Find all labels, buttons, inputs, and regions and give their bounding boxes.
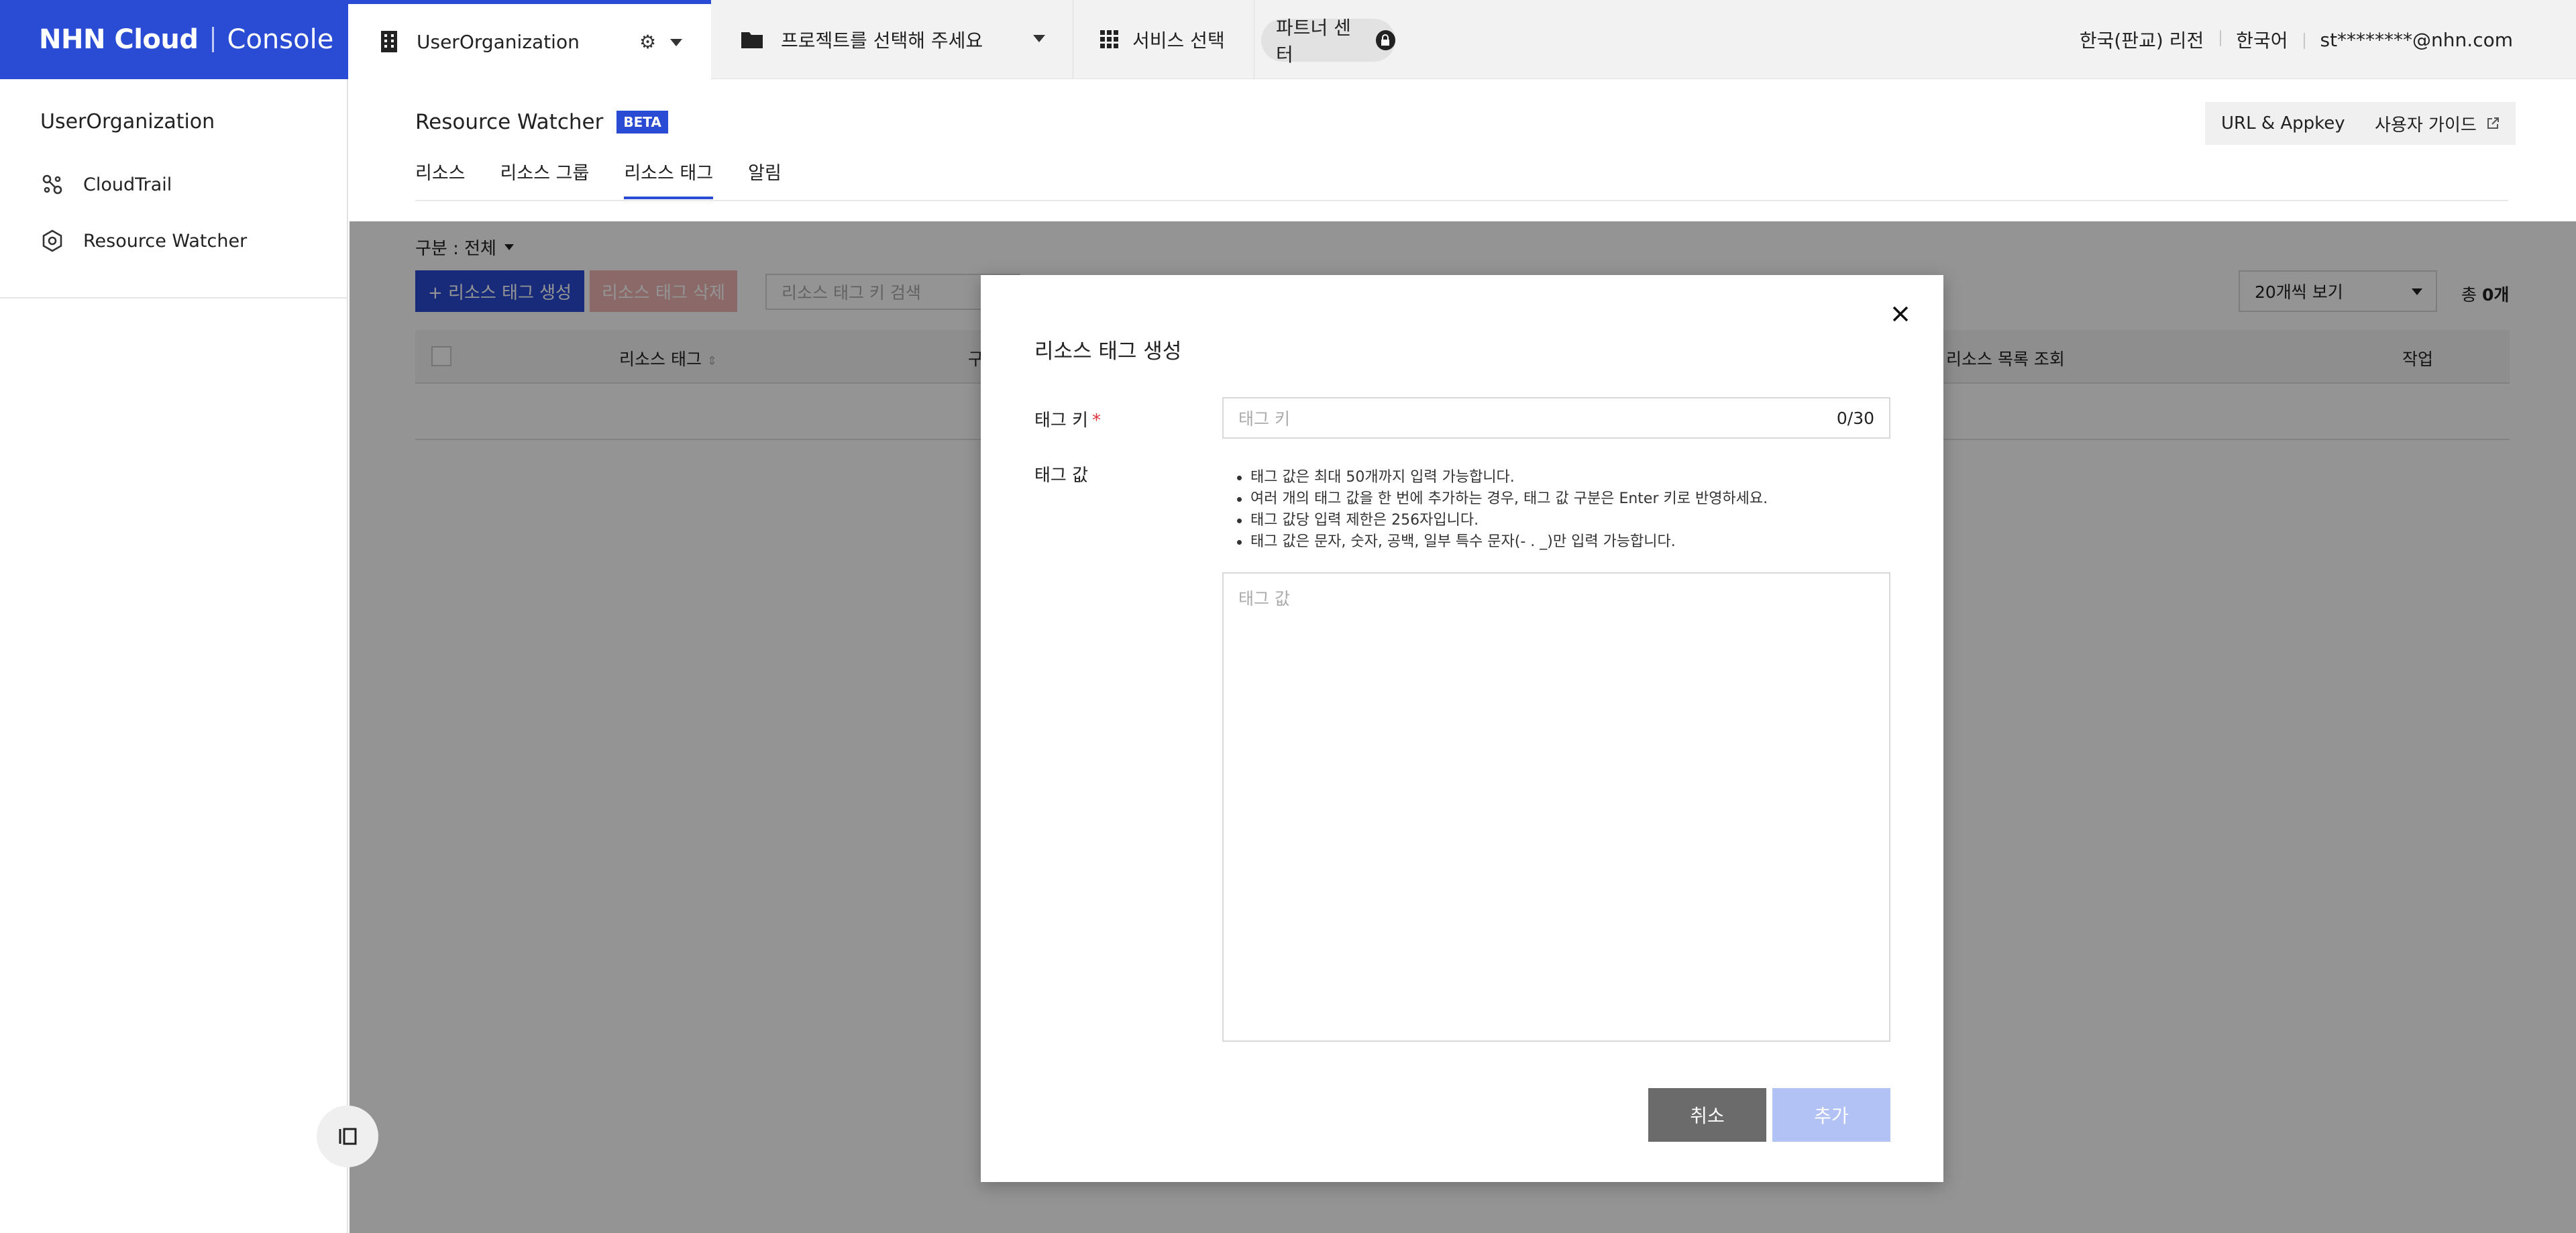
brand-logo[interactable]: NHN Cloud Console <box>0 0 348 79</box>
page-header: Resource Watcher BETA URL & Appkey 사용자 가… <box>350 79 2576 221</box>
tag-value-help-list: 태그 값은 최대 50개까지 입력 가능합니다. 여러 개의 태그 값을 한 번… <box>1236 467 1893 553</box>
cloudtrail-icon <box>40 172 64 197</box>
top-right-menu: 한국(판교) 리전 한국어 st********@nhn.com <box>2063 0 2529 79</box>
cancel-button[interactable]: 취소 <box>1648 1088 1766 1142</box>
user-guide-label: 사용자 가이드 <box>2375 115 2477 136</box>
tab-bar: 리소스 리소스 그룹 리소스 태그 알림 <box>415 158 816 199</box>
partner-center-button[interactable]: 파트너 센터 <box>1261 17 1395 66</box>
sidebar-org-title: UserOrganization <box>40 110 215 133</box>
user-account[interactable]: st********@nhn.com <box>2304 29 2529 51</box>
top-bar: NHN Cloud Console UserOrganization ⚙ 프로젝… <box>0 0 2576 79</box>
chevron-down-icon[interactable] <box>670 39 682 46</box>
sidebar-item-label: CloudTrail <box>83 174 172 195</box>
sidebar-item-resource-watcher[interactable]: Resource Watcher <box>40 224 247 258</box>
tag-value-label: 태그 값 <box>1034 466 1089 486</box>
tab-resource-tags[interactable]: 리소스 태그 <box>624 158 713 199</box>
organization-selector[interactable]: UserOrganization ⚙ <box>348 0 711 79</box>
brand-console: Console <box>227 24 334 55</box>
tab-alerts[interactable]: 알림 <box>748 158 782 199</box>
help-item: 태그 값은 최대 50개까지 입력 가능합니다. <box>1236 467 1893 488</box>
help-item: 태그 값은 문자, 숫자, 공백, 일부 특수 문자(- . _)만 입력 가능… <box>1236 531 1893 553</box>
folder-icon <box>741 32 763 48</box>
region-selector[interactable]: 한국(판교) 리전 <box>2063 26 2220 53</box>
sidebar-collapse-button[interactable] <box>317 1106 378 1167</box>
partner-center-label: 파트너 센터 <box>1276 17 1351 66</box>
organization-name: UserOrganization <box>417 30 580 53</box>
tag-key-counter: 0/30 <box>1836 408 1874 428</box>
resource-watcher-icon <box>40 229 64 253</box>
project-placeholder: 프로젝트를 선택해 주세요 <box>781 30 983 52</box>
beta-badge: BETA <box>616 111 668 133</box>
project-selector[interactable]: 프로젝트를 선택해 주세요 <box>711 0 1073 79</box>
grid-icon <box>1100 30 1118 48</box>
help-item: 여러 개의 태그 값을 한 번에 추가하는 경우, 태그 값 구분은 Enter… <box>1236 488 1893 510</box>
lock-icon <box>1375 30 1395 50</box>
sidebar: UserOrganization CloudTrail Resource Wat… <box>0 79 348 1233</box>
service-select-label: 서비스 선택 <box>1132 30 1225 52</box>
brand-divider <box>211 27 214 52</box>
required-mark: * <box>1092 411 1102 431</box>
building-icon <box>381 31 397 52</box>
gear-icon[interactable]: ⚙ <box>639 31 656 53</box>
page-title-text: Resource Watcher <box>415 110 604 134</box>
tag-key-label: 태그 키 * <box>1034 407 1101 431</box>
help-item: 태그 값당 입력 제한은 256자입니다. <box>1236 510 1893 531</box>
tag-key-input[interactable]: 태그 키 0/30 <box>1222 397 1890 439</box>
sidebar-toggle-icon <box>339 1128 357 1145</box>
sidebar-item-cloudtrail[interactable]: CloudTrail <box>40 168 172 201</box>
page-title: Resource Watcher BETA <box>415 110 668 134</box>
sidebar-item-label: Resource Watcher <box>83 230 248 252</box>
url-appkey-button[interactable]: URL & Appkey <box>2205 102 2361 145</box>
tag-key-placeholder: 태그 키 <box>1238 409 1290 429</box>
user-guide-button[interactable]: 사용자 가이드 <box>2359 102 2516 145</box>
tag-key-label-text: 태그 키 <box>1034 411 1089 431</box>
tab-divider <box>415 200 2508 201</box>
create-tag-modal: 리소스 태그 생성 태그 키 * 태그 키 0/30 태그 값 태그 값은 최대 … <box>981 275 1943 1182</box>
service-selector[interactable]: 서비스 선택 <box>1073 0 1254 79</box>
close-icon[interactable] <box>1887 301 1914 327</box>
modal-title: 리소스 태그 생성 <box>1034 339 1182 364</box>
language-selector[interactable]: 한국어 <box>2220 26 2304 53</box>
chevron-down-icon <box>1033 35 1045 42</box>
url-appkey-label: URL & Appkey <box>2221 113 2345 133</box>
brand-name: NHN Cloud <box>39 24 199 55</box>
sidebar-divider <box>0 297 348 299</box>
add-button[interactable]: 추가 <box>1772 1088 1890 1142</box>
tab-resources[interactable]: 리소스 <box>415 158 466 199</box>
external-link-icon <box>2487 117 2499 129</box>
tab-resource-groups[interactable]: 리소스 그룹 <box>500 158 590 199</box>
tag-value-textarea[interactable]: 태그 값 <box>1222 572 1890 1042</box>
